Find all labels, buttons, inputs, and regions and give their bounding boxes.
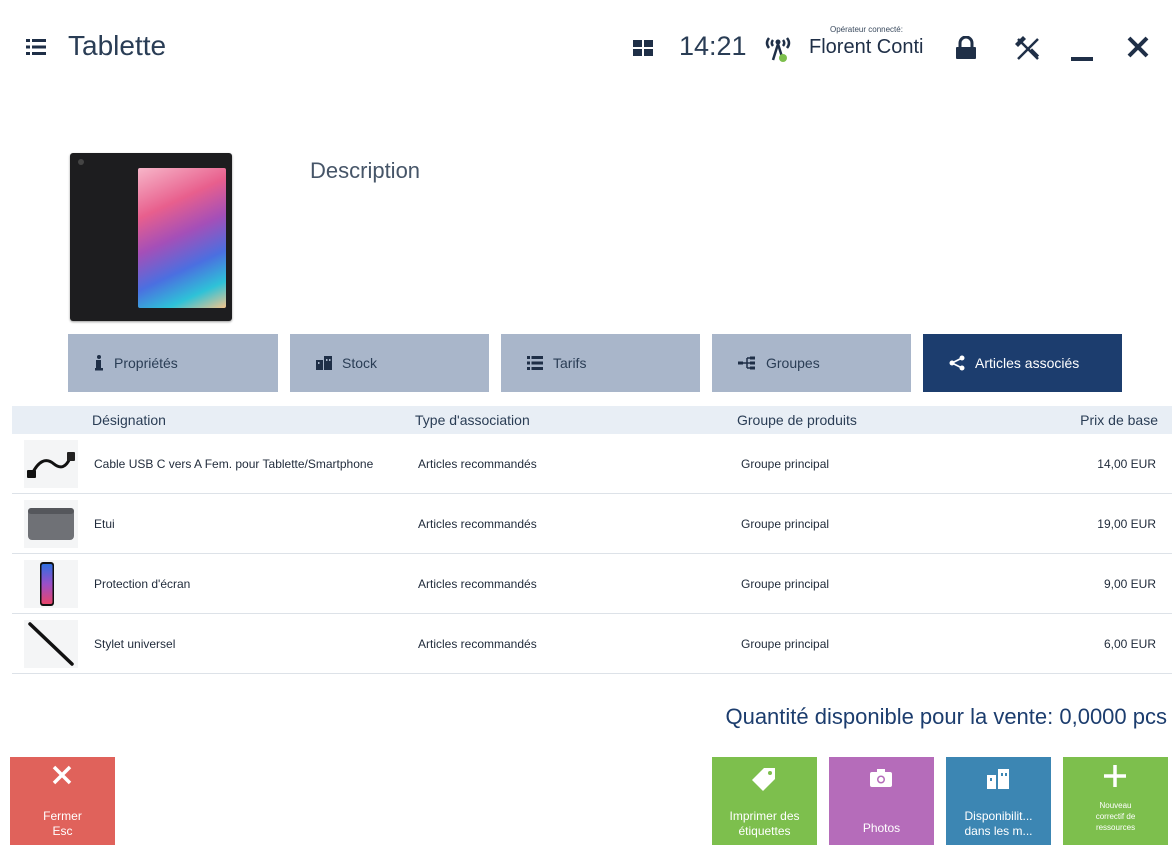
availability-label-line1: Disponibilit... [964,809,1033,823]
item-name: Protection d'écran [94,577,191,591]
close-button[interactable]: Fermer Esc [10,757,115,845]
tab-related-items[interactable]: Articles associés [923,334,1122,392]
print-labels-label-line2: étiquettes [738,824,791,838]
usb-cable-thumbnail [24,440,78,488]
new-correction-label-line1: Nouveau [1099,801,1132,810]
tab-label: Stock [342,355,378,371]
minimize-icon[interactable] [1071,57,1093,61]
list-icon [527,356,543,370]
photos-label: Photos [862,821,901,835]
new-correction-label-line3: ressources [1095,823,1136,832]
buildings-icon [316,356,332,370]
tablet-screen [138,168,226,308]
availability-label-line2: dans les m... [964,824,1033,838]
product-group: Groupe principal [741,517,830,531]
new-resource-correction-button[interactable]: Nouveau correctif de ressources [1063,757,1168,845]
association-type: Articles recommandés [418,637,537,651]
column-header-association-type[interactable]: Type d'association [415,412,530,428]
tab-label: Propriétés [114,355,178,371]
item-name: Cable USB C vers A Fem. pour Tablette/Sm… [94,457,374,471]
item-name: Etui [94,517,115,531]
base-price: 14,00 EUR [1097,457,1156,471]
base-price: 9,00 EUR [1103,577,1156,591]
column-header-product-group[interactable]: Groupe de produits [737,412,857,428]
table-header: Désignation Type d'association Groupe de… [12,406,1172,434]
product-group: Groupe principal [741,637,830,651]
operator-name[interactable]: Florent Conti [809,36,924,59]
association-type: Articles recommandés [418,517,537,531]
tab-groups[interactable]: Groupes [712,334,911,392]
base-price: 19,00 EUR [1097,517,1156,531]
column-header-base-price[interactable]: Prix de base [1080,412,1158,428]
table-row[interactable]: Cable USB C vers A Fem. pour Tablette/Sm… [12,434,1172,494]
close-icon [52,765,72,785]
info-icon [95,355,103,371]
tab-pricing[interactable]: Tarifs [501,334,700,392]
tab-label: Groupes [766,355,820,371]
tools-icon[interactable] [1015,36,1041,62]
hierarchy-icon [738,356,755,370]
camera-dot [78,159,84,165]
association-type: Articles recommandés [418,577,537,591]
close-button-shortcut: Esc [52,824,73,838]
connection-signal-icon [765,37,791,62]
base-price: 6,00 EUR [1103,637,1156,651]
product-group: Groupe principal [741,577,830,591]
product-group: Groupe principal [741,457,830,471]
description-label: Description [310,158,421,183]
share-icon [949,355,965,371]
tab-label: Articles associés [975,355,1080,371]
tab-label: Tarifs [553,355,587,371]
close-button-label: Fermer [43,809,82,823]
close-icon[interactable] [1127,36,1149,58]
table-row[interactable]: Stylet universel Articles recommandés Gr… [12,614,1172,674]
sleeve-case-thumbnail [24,500,78,548]
header-bar: Tablette 14:21 Opérateur connecté: Flore… [0,0,1175,95]
menu-icon[interactable] [26,38,46,56]
operator-caption: Opérateur connecté: [830,25,903,34]
tab-properties[interactable]: Propriétés [68,334,278,392]
buildings-icon [987,769,1009,789]
table-row[interactable]: Etui Articles recommandés Groupe princip… [12,494,1172,554]
camera-icon [870,769,892,787]
item-name: Stylet universel [94,637,176,651]
page-title: Tablette [68,30,167,61]
print-labels-button[interactable]: Imprimer des étiquettes [712,757,817,845]
print-labels-label-line1: Imprimer des [729,809,800,823]
plus-icon [1104,765,1126,787]
availability-in-stores-button[interactable]: Disponibilit... dans les m... [946,757,1051,845]
association-type: Articles recommandés [418,457,537,471]
new-correction-label-line2: correctif de [1095,812,1136,821]
screen-protector-thumbnail [24,560,78,608]
tag-icon [752,768,775,791]
column-header-designation[interactable]: Désignation [92,412,166,428]
stylus-thumbnail [24,620,78,668]
table-row[interactable]: Protection d'écran Articles recommandés … [12,554,1172,614]
product-image [70,153,232,321]
lock-icon[interactable] [955,36,977,60]
tiles-icon[interactable] [633,38,653,58]
tab-stock[interactable]: Stock [290,334,489,392]
photos-button[interactable]: Photos [829,757,934,845]
available-quantity: Quantité disponible pour la vente: 0,000… [725,704,1167,729]
clock: 14:21 [679,31,747,61]
